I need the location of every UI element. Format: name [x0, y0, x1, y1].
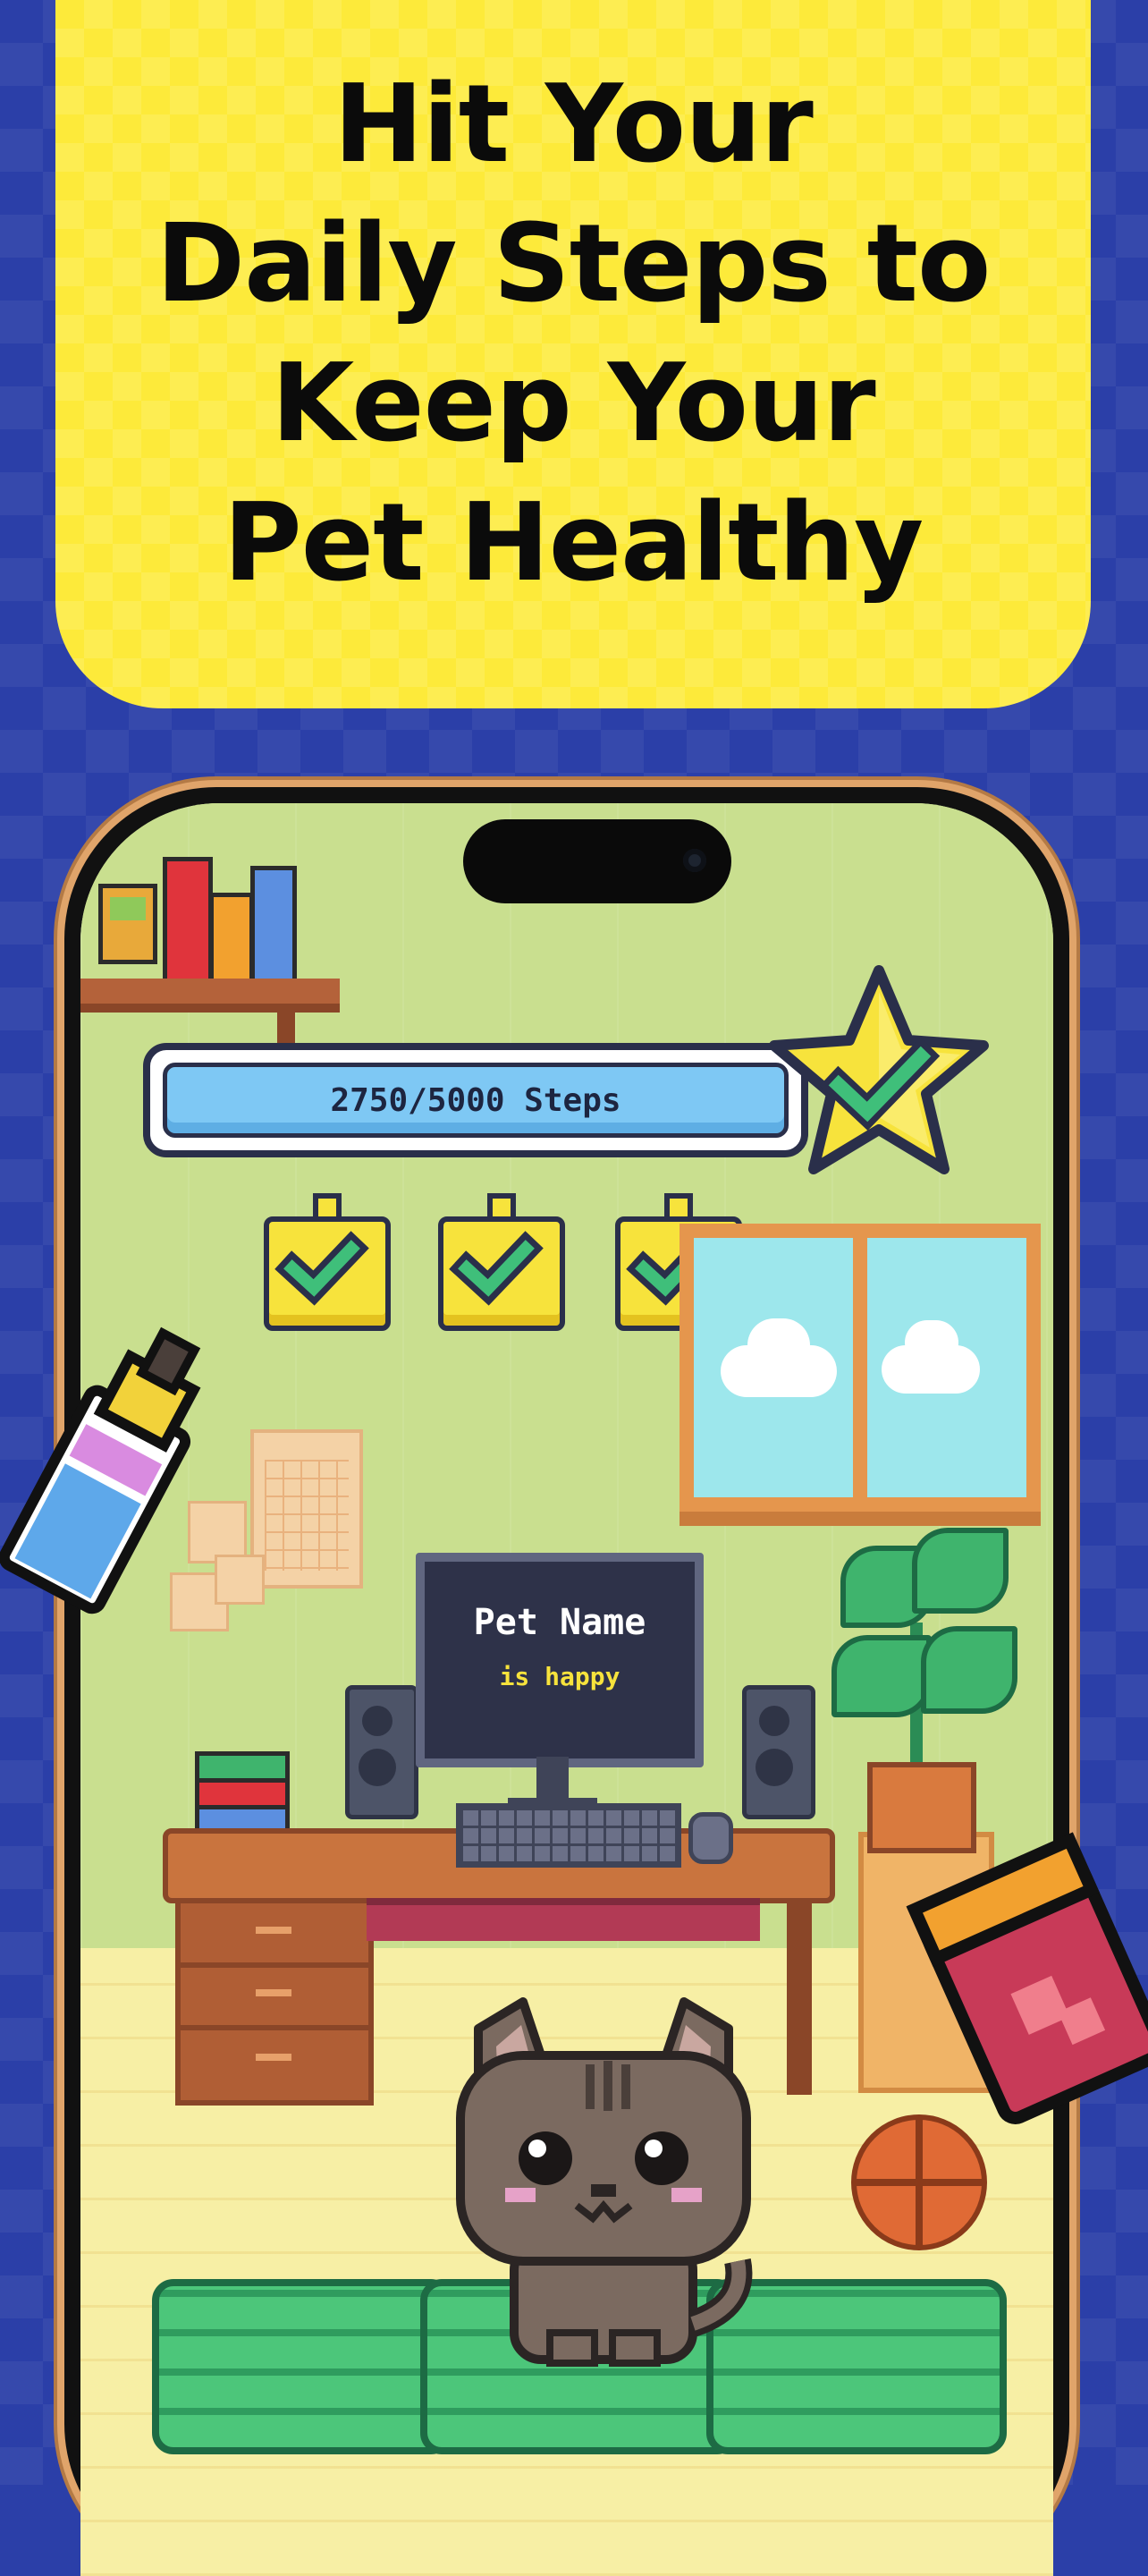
wall-shelf [80, 979, 340, 1013]
headline-line-4: Pet Healthy [223, 481, 924, 606]
headline-banner: Hit Your Daily Steps to Keep Your Pet He… [55, 0, 1091, 708]
desk-rug [367, 1898, 760, 1941]
room-window [680, 1224, 1041, 1512]
pet-cushion [152, 2279, 452, 2454]
mouse-icon [688, 1812, 733, 1864]
window-divider [853, 1238, 867, 1497]
goal-star-icon[interactable] [758, 960, 1000, 1192]
dynamic-island [463, 819, 731, 903]
monitor-stand [536, 1757, 569, 1803]
desk-leg [787, 1898, 812, 2095]
wall-calendar [250, 1429, 363, 1589]
game-screen: 2750/5000 Steps Pet Name is happy [80, 803, 1053, 2576]
drawer-handle [256, 1989, 291, 1996]
camera-icon [683, 849, 706, 872]
book-blue-icon [250, 866, 297, 984]
leaf-icon [912, 1528, 1009, 1614]
pet-name-label: Pet Name [473, 1602, 646, 1643]
pet-status-label: is happy [499, 1662, 620, 1691]
leaf-icon [831, 1635, 932, 1717]
steps-progress-bar[interactable]: 2750/5000 Steps [143, 1043, 808, 1157]
sticky-note [215, 1555, 265, 1605]
calendar-grid [265, 1460, 349, 1571]
task-card [438, 1216, 565, 1331]
desk-drawers [175, 1898, 374, 2106]
daily-task-2[interactable] [438, 1193, 565, 1331]
cloud-icon [747, 1318, 810, 1372]
computer-monitor: Pet Name is happy [416, 1553, 704, 1767]
handheld-console-icon [98, 884, 157, 964]
drawer-divider [181, 1962, 368, 1968]
headline-line-1: Hit Your [333, 63, 814, 187]
speaker-right [742, 1685, 815, 1819]
water-bottle-icon [0, 1326, 201, 1614]
headline: Hit Your Daily Steps to Keep Your Pet He… [55, 55, 1091, 614]
leaf-icon [921, 1626, 1017, 1714]
phone-frame: 2750/5000 Steps Pet Name is happy [64, 787, 1069, 2576]
pet-cat[interactable] [443, 1993, 764, 2368]
headline-line-2: Daily Steps to [156, 202, 992, 326]
steps-progress-label: 2750/5000 Steps [330, 1081, 621, 1119]
speaker-left [345, 1685, 418, 1819]
shelf-bracket [277, 1011, 295, 1043]
check-icon [449, 1231, 544, 1306]
drawer-divider [181, 2025, 368, 2030]
drawer-handle [256, 2054, 291, 2061]
check-icon [274, 1231, 369, 1306]
drawer-handle [256, 1927, 291, 1934]
cloud-icon [905, 1320, 958, 1365]
book-orange-icon [209, 893, 254, 984]
keyboard [456, 1803, 681, 1868]
headline-line-3: Keep Your [271, 342, 875, 466]
pet-food-bag-icon [906, 1832, 1148, 2124]
book-red-icon [163, 857, 213, 984]
daily-task-1[interactable] [264, 1193, 391, 1331]
task-card [264, 1216, 391, 1331]
